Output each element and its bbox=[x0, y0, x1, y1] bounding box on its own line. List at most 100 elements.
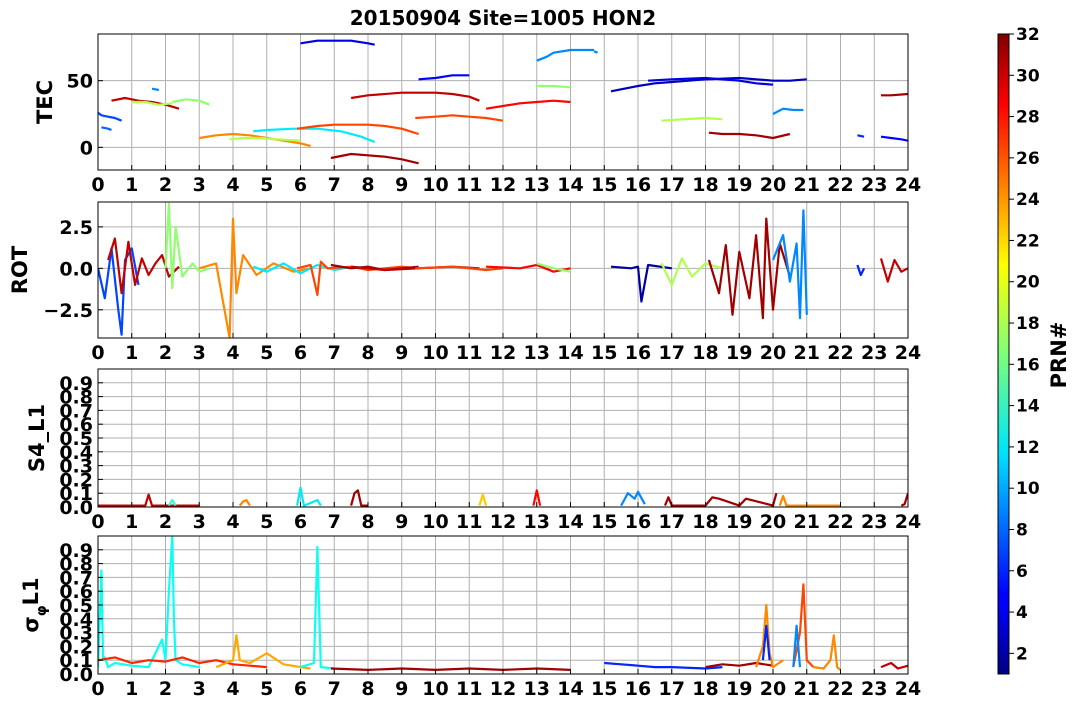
grid bbox=[97, 34, 909, 170]
colorbar-tick-label: 28 bbox=[1016, 108, 1040, 128]
x-tick-label: 24 bbox=[895, 511, 921, 533]
x-tick-label: 3 bbox=[193, 342, 206, 364]
series-line-prn-24 bbox=[813, 634, 842, 671]
panel-4: 0 1 2 3 4 5 6 7 8 9 10 11 12 13 14 15 16 17 18 19 20 21 22 23 24… bbox=[19, 535, 921, 700]
colorbar-tick-label: 32 bbox=[1016, 25, 1040, 45]
series-line-prn-4 bbox=[300, 39, 375, 46]
x-tick-label: 2 bbox=[159, 174, 172, 196]
series-line-prn-30 bbox=[107, 237, 180, 295]
x-tick-label: 2 bbox=[159, 511, 172, 533]
y-tick-label: −2.5 bbox=[43, 300, 93, 322]
colorbar: 2468101214161820222426283032 PRN# bbox=[997, 25, 1071, 675]
series-line-prn-22 bbox=[478, 493, 488, 506]
series-line-prn-24 bbox=[198, 217, 311, 338]
x-tick-label: 8 bbox=[361, 342, 374, 364]
x-tick-label: 15 bbox=[591, 511, 617, 533]
x-tick-label: 11 bbox=[456, 678, 482, 700]
series-line-prn-13 bbox=[98, 536, 200, 669]
series-line-prn-17 bbox=[172, 98, 210, 106]
series-line-prn-31 bbox=[881, 92, 908, 97]
colorbar-tick-label: 10 bbox=[1016, 479, 1040, 499]
x-tick-label: 23 bbox=[861, 342, 887, 364]
x-tick-label: 19 bbox=[726, 174, 752, 196]
x-tick-label: 16 bbox=[625, 174, 651, 196]
x-tick-label: 16 bbox=[625, 678, 651, 700]
x-tick-label: 4 bbox=[226, 511, 239, 533]
x-tick-label: 0 bbox=[91, 678, 104, 700]
colorbar-tick-label: 12 bbox=[1016, 438, 1040, 458]
x-tick-label: 0 bbox=[91, 342, 104, 364]
series-line-prn-31 bbox=[330, 667, 571, 672]
x-tick-label: 7 bbox=[328, 342, 341, 364]
series-line-prn-9 bbox=[620, 490, 646, 507]
x-tick-label: 0 bbox=[91, 174, 104, 196]
x-tick-label: 11 bbox=[456, 174, 482, 196]
x-tick-label: 4 bbox=[226, 342, 239, 364]
x-tick-label: 13 bbox=[524, 678, 550, 700]
x-tick-label: 22 bbox=[827, 511, 853, 533]
series-line-prn-26 bbox=[415, 114, 504, 122]
y-tick-label: 50 bbox=[67, 71, 93, 93]
x-tick-label: 6 bbox=[294, 511, 307, 533]
series-line-prn-2 bbox=[610, 263, 672, 303]
x-tick-label: 13 bbox=[524, 342, 550, 364]
x-tick-label: 10 bbox=[422, 678, 448, 700]
x-tick-label: 19 bbox=[726, 678, 752, 700]
x-tick-label: 23 bbox=[861, 511, 887, 533]
x-tick-label: 22 bbox=[827, 342, 853, 364]
x-tick-label: 14 bbox=[557, 678, 583, 700]
x-tick-label: 1 bbox=[125, 174, 138, 196]
x-tick-label: 17 bbox=[659, 174, 685, 196]
x-tick-label: 23 bbox=[861, 678, 887, 700]
colorbar-tick-label: 14 bbox=[1016, 397, 1040, 417]
series-line-prn-30 bbox=[350, 91, 480, 102]
x-tick-label: 9 bbox=[395, 342, 408, 364]
x-tick-label: 8 bbox=[361, 511, 374, 533]
series-line-prn-3 bbox=[610, 76, 807, 93]
figure-title: 20150904 Site=1005 HON2 bbox=[350, 6, 656, 30]
x-tick-label: 3 bbox=[193, 174, 206, 196]
x-tick-label: 5 bbox=[260, 174, 273, 196]
x-tick-label: 10 bbox=[422, 174, 448, 196]
x-tick-label: 15 bbox=[591, 342, 617, 364]
grid bbox=[97, 202, 909, 338]
series-line-prn-17 bbox=[536, 84, 571, 89]
colorbar-tick-label: 2 bbox=[1016, 644, 1028, 664]
series-line-prn-9 bbox=[772, 107, 804, 115]
x-tick-label: 21 bbox=[794, 342, 820, 364]
x-tick-label: 20 bbox=[760, 174, 786, 196]
colorbar-tick-label: 16 bbox=[1016, 355, 1040, 375]
x-tick-label: 15 bbox=[591, 678, 617, 700]
y-axis-label: ROT bbox=[8, 245, 32, 294]
x-tick-label: 8 bbox=[361, 174, 374, 196]
x-tick-label: 14 bbox=[557, 174, 583, 196]
series-line-prn-9 bbox=[536, 48, 595, 62]
y-axis-label: TEC bbox=[33, 80, 57, 124]
x-tick-label: 1 bbox=[125, 511, 138, 533]
x-tick-label: 20 bbox=[760, 342, 786, 364]
x-tick-label: 19 bbox=[726, 511, 752, 533]
colorbar-label: PRN# bbox=[1047, 322, 1071, 389]
series-line-prn-24 bbox=[778, 494, 841, 507]
x-tick-label: 15 bbox=[591, 174, 617, 196]
x-tick-label: 7 bbox=[328, 511, 341, 533]
x-tick-label: 17 bbox=[659, 342, 685, 364]
x-tick-label: 5 bbox=[260, 511, 273, 533]
x-tick-label: 6 bbox=[294, 678, 307, 700]
x-tick-label: 1 bbox=[125, 342, 138, 364]
x-tick-label: 3 bbox=[193, 678, 206, 700]
x-tick-label: 4 bbox=[226, 678, 239, 700]
x-tick-label: 10 bbox=[422, 511, 448, 533]
y-tick-label: 2.5 bbox=[59, 217, 93, 239]
series-line-prn-24 bbox=[238, 499, 251, 507]
x-tick-label: 12 bbox=[490, 678, 516, 700]
x-tick-label: 9 bbox=[395, 174, 408, 196]
x-tick-label: 0 bbox=[91, 511, 104, 533]
series-line-prn-30 bbox=[879, 258, 908, 283]
x-tick-label: 24 bbox=[895, 342, 921, 364]
colorbar-tick-label: 6 bbox=[1016, 562, 1028, 582]
x-tick-label: 20 bbox=[760, 511, 786, 533]
x-tick-label: 22 bbox=[827, 678, 853, 700]
x-tick-label: 18 bbox=[692, 678, 718, 700]
x-tick-label: 20 bbox=[760, 678, 786, 700]
